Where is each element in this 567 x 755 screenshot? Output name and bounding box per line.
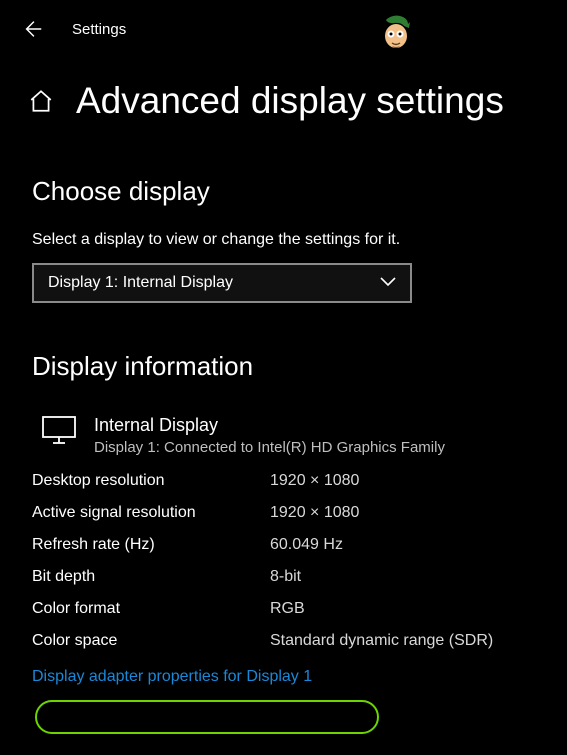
topbar-title: Settings	[72, 21, 126, 38]
display-summary: Internal Display Display 1: Connected to…	[32, 414, 535, 458]
property-value: 1920 × 1080	[270, 472, 359, 490]
home-icon[interactable]	[28, 88, 54, 114]
page-title: Advanced display settings	[76, 80, 504, 122]
property-label: Color format	[32, 600, 270, 618]
property-row: Desktop resolution1920 × 1080	[32, 472, 535, 490]
property-label: Color space	[32, 632, 270, 650]
property-label: Desktop resolution	[32, 472, 270, 490]
property-row: Color formatRGB	[32, 600, 535, 618]
display-information-section: Display information Internal Display Dis…	[0, 351, 567, 690]
choose-display-section: Choose display Select a display to view …	[0, 176, 567, 303]
annotation-highlight	[35, 700, 379, 734]
property-row: Bit depth8-bit	[32, 568, 535, 586]
back-icon[interactable]	[22, 18, 44, 40]
property-value: 60.049 Hz	[270, 536, 343, 554]
topbar: Settings	[0, 0, 567, 48]
display-properties: Desktop resolution1920 × 1080Active sign…	[32, 472, 535, 650]
display-name: Internal Display	[94, 414, 445, 437]
property-row: Active signal resolution1920 × 1080	[32, 504, 535, 522]
property-value: Standard dynamic range (SDR)	[270, 632, 493, 650]
page-title-row: Advanced display settings	[0, 48, 567, 122]
property-row: Refresh rate (Hz)60.049 Hz	[32, 536, 535, 554]
property-label: Refresh rate (Hz)	[32, 536, 270, 554]
property-row: Color spaceStandard dynamic range (SDR)	[32, 632, 535, 650]
property-label: Bit depth	[32, 568, 270, 586]
display-information-heading: Display information	[32, 351, 535, 382]
choose-display-heading: Choose display	[32, 176, 535, 207]
choose-display-helper: Select a display to view or change the s…	[32, 231, 535, 249]
chevron-down-icon	[380, 274, 396, 292]
display-connection: Display 1: Connected to Intel(R) HD Grap…	[94, 437, 445, 458]
display-select[interactable]: Display 1: Internal Display	[32, 263, 412, 303]
property-value: 1920 × 1080	[270, 504, 359, 522]
property-value: RGB	[270, 600, 305, 618]
display-adapter-link[interactable]: Display adapter properties for Display 1	[24, 664, 320, 690]
property-label: Active signal resolution	[32, 504, 270, 522]
property-value: 8-bit	[270, 568, 301, 586]
monitor-icon	[42, 416, 76, 444]
display-select-label: Display 1: Internal Display	[48, 274, 233, 292]
